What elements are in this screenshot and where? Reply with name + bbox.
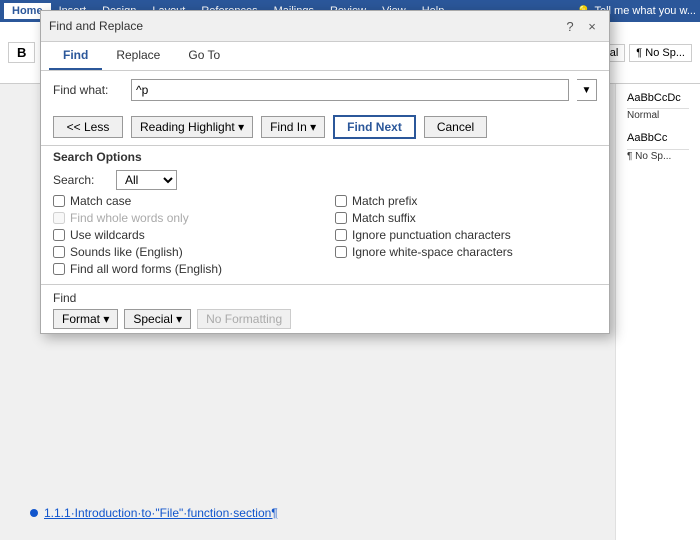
- search-row: Search: All Up Down: [53, 170, 597, 190]
- find-in-button[interactable]: Find In ▾: [261, 116, 325, 138]
- find-footer: Find Format ▾ Special ▾ No Formatting: [41, 284, 609, 333]
- all-word-forms-input[interactable]: [53, 263, 65, 275]
- ignore-punct-input[interactable]: [335, 229, 347, 241]
- ignore-space-label: Ignore white-space characters: [352, 245, 513, 259]
- sidebar-normal-style[interactable]: AaBbCcDc Normal: [622, 88, 694, 126]
- sounds-like-label: Sounds like (English): [70, 245, 183, 259]
- ignore-space-checkbox[interactable]: Ignore white-space characters: [335, 245, 597, 259]
- search-options: Search Options Search: All Up Down Match…: [41, 145, 609, 284]
- checkboxes-grid: Match case Match prefix Find whole words…: [53, 194, 597, 276]
- search-label: Search:: [53, 173, 108, 187]
- no-formatting-button: No Formatting: [197, 309, 291, 329]
- search-options-title: Search Options: [53, 150, 597, 164]
- reading-highlight-button[interactable]: Reading Highlight ▾: [131, 116, 253, 138]
- find-footer-buttons: Format ▾ Special ▾ No Formatting: [53, 309, 597, 329]
- match-case-checkbox[interactable]: Match case: [53, 194, 315, 208]
- all-word-forms-checkbox[interactable]: Find all word forms (English): [53, 262, 315, 276]
- whole-words-label: Find whole words only: [70, 211, 189, 225]
- dialog-title: Find and Replace: [49, 19, 143, 33]
- match-suffix-label: Match suffix: [352, 211, 416, 225]
- special-button[interactable]: Special ▾: [124, 309, 191, 329]
- dialog-close-button[interactable]: ×: [583, 17, 601, 35]
- format-button[interactable]: Format ▾: [53, 309, 118, 329]
- find-footer-title: Find: [53, 291, 597, 305]
- search-select[interactable]: All Up Down: [116, 170, 177, 190]
- doc-link-text: 1.1.1·Introduction·to·"File"·function·se…: [44, 506, 278, 520]
- match-prefix-checkbox[interactable]: Match prefix: [335, 194, 597, 208]
- match-case-input[interactable]: [53, 195, 65, 207]
- wildcards-input[interactable]: [53, 229, 65, 241]
- all-word-forms-label: Find all word forms (English): [70, 262, 222, 276]
- find-label: Find what:: [53, 83, 123, 97]
- sounds-like-input[interactable]: [53, 246, 65, 258]
- action-row: << Less Reading Highlight ▾ Find In ▾ Fi…: [41, 109, 609, 145]
- whole-words-input: [53, 212, 65, 224]
- find-next-button[interactable]: Find Next: [333, 115, 416, 139]
- style-no-spacing[interactable]: ¶ No Sp...: [629, 44, 692, 62]
- wildcards-label: Use wildcards: [70, 228, 145, 242]
- bold-button[interactable]: B: [8, 42, 35, 63]
- less-button[interactable]: << Less: [53, 116, 123, 138]
- dialog-titlebar: Find and Replace ? ×: [41, 11, 609, 42]
- tab-goto[interactable]: Go To: [174, 42, 234, 70]
- doc-bullet-item: 1.1.1·Introduction·to·"File"·function·se…: [30, 506, 278, 520]
- dialog-controls: ? ×: [561, 17, 601, 35]
- match-prefix-label: Match prefix: [352, 194, 417, 208]
- ignore-punct-label: Ignore punctuation characters: [352, 228, 511, 242]
- sidebar-no-spacing-style[interactable]: AaBbCc ¶ No Sp...: [622, 128, 694, 166]
- ignore-space-input[interactable]: [335, 246, 347, 258]
- match-suffix-checkbox[interactable]: Match suffix: [335, 211, 597, 225]
- find-replace-dialog: Find and Replace ? × Find Replace Go To …: [40, 10, 610, 334]
- match-case-label: Match case: [70, 194, 131, 208]
- right-sidebar: AaBbCcDc Normal AaBbCc ¶ No Sp...: [615, 84, 700, 540]
- ignore-punct-checkbox[interactable]: Ignore punctuation characters: [335, 228, 597, 242]
- dialog-tabs: Find Replace Go To: [41, 42, 609, 71]
- tab-find[interactable]: Find: [49, 42, 102, 70]
- sounds-like-checkbox[interactable]: Sounds like (English): [53, 245, 315, 259]
- match-prefix-input[interactable]: [335, 195, 347, 207]
- find-row: Find what: ▼: [41, 71, 609, 109]
- dialog-help-button[interactable]: ?: [561, 17, 579, 35]
- whole-words-checkbox[interactable]: Find whole words only: [53, 211, 315, 225]
- tab-replace[interactable]: Replace: [102, 42, 174, 70]
- match-suffix-input[interactable]: [335, 212, 347, 224]
- checkbox-placeholder: [335, 262, 597, 276]
- find-input[interactable]: [131, 79, 569, 101]
- cancel-button[interactable]: Cancel: [424, 116, 487, 138]
- wildcards-checkbox[interactable]: Use wildcards: [53, 228, 315, 242]
- bullet-icon: [30, 509, 38, 517]
- find-dropdown-arrow[interactable]: ▼: [577, 79, 597, 101]
